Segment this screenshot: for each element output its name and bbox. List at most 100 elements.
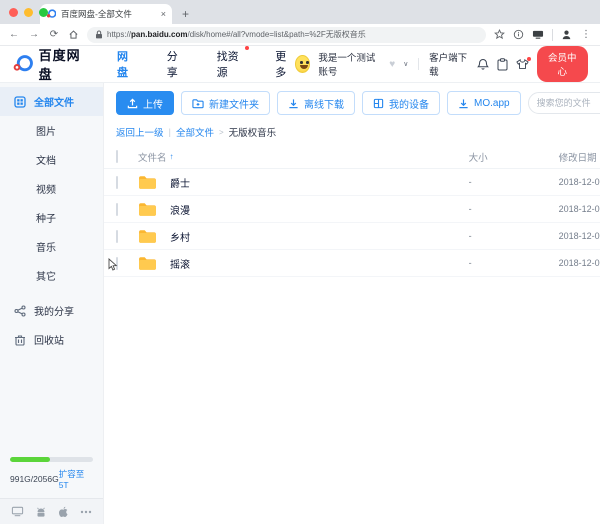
devices-icon [373, 98, 384, 109]
table-row-folder-romance[interactable]: 浪漫 - 2018-12-02 18:01 [104, 196, 600, 223]
row-checkbox[interactable] [116, 203, 118, 216]
sidebar-item-documents[interactable]: 文档 [0, 145, 103, 174]
divider: | [169, 127, 171, 138]
tab-title: 百度网盘-全部文件 [61, 8, 156, 20]
screen-extension-icon[interactable] [532, 29, 544, 40]
sidebar-item-my-shares[interactable]: 我的分享 [0, 296, 103, 325]
offline-download-label: 离线下载 [304, 96, 344, 111]
lock-icon [95, 30, 103, 39]
new-tab-button[interactable]: + [182, 7, 189, 21]
sort-ascending-icon[interactable]: ↑ [170, 152, 174, 161]
breadcrumb-separator: > [219, 128, 224, 137]
upload-button-label: 上传 [143, 96, 163, 111]
offline-download-icon [288, 98, 299, 109]
row-checkbox[interactable] [116, 230, 118, 243]
platform-dock [0, 498, 103, 524]
sidebar-item-music[interactable]: 音乐 [0, 232, 103, 261]
folder-name[interactable]: 乡村 [170, 229, 190, 244]
close-tab-icon[interactable]: × [161, 9, 166, 19]
folder-icon [138, 202, 157, 217]
file-date: 2018-12-02 18:01 [559, 204, 600, 214]
breadcrumb-current: 无版权音乐 [229, 125, 277, 139]
column-header-size[interactable]: 大小 [469, 150, 559, 164]
sidebar-item-others[interactable]: 其它 [0, 261, 103, 290]
reload-icon[interactable]: ⟳ [48, 29, 60, 40]
ios-client-icon[interactable] [58, 506, 69, 518]
offline-download-button[interactable]: 离线下载 [277, 91, 355, 115]
app-header: 百度网盘 网盘 分享 找资源 更多 我是一个测试账号 ♥ ∨ 客户端下载 会员中… [0, 46, 600, 83]
table-row-folder-country[interactable]: 乡村 - 2018-12-02 18:02 [104, 223, 600, 250]
sidebar-item-videos[interactable]: 视频 [0, 174, 103, 203]
breadcrumb-back-link[interactable]: 返回上一级 [116, 125, 164, 139]
vip-center-button[interactable]: 会员中心 [537, 46, 588, 82]
search-input[interactable] [537, 98, 600, 108]
select-all-checkbox[interactable] [116, 150, 118, 163]
share-icon [14, 305, 26, 317]
browser-tab[interactable]: 百度网盘-全部文件 × [40, 4, 172, 24]
desktop-client-icon[interactable] [11, 506, 24, 517]
zoom-window-button[interactable] [39, 8, 48, 17]
back-icon[interactable]: ← [8, 29, 20, 40]
my-devices-label: 我的设备 [389, 96, 429, 111]
storage-widget: 991G/2056G 扩容至5T [0, 457, 103, 498]
client-download-link[interactable]: 客户端下载 [429, 50, 468, 78]
notification-dot [245, 46, 249, 50]
file-date: 2018-12-02 18:02 [559, 231, 600, 241]
more-platforms-icon[interactable] [80, 510, 92, 514]
main-content: 上传 新建文件夹 离线下载 [104, 83, 600, 524]
divider [552, 29, 553, 41]
folder-name[interactable]: 摇滚 [170, 256, 190, 271]
divider [418, 58, 419, 70]
column-header-date[interactable]: 修改日期 [559, 150, 600, 164]
mo-app-button[interactable]: MO.app [447, 91, 521, 115]
minimize-window-button[interactable] [24, 8, 33, 17]
window-controls[interactable] [9, 8, 48, 17]
folder-icon [138, 256, 157, 271]
baidu-netdisk-logo[interactable]: 百度网盘 [12, 45, 89, 83]
folder-name[interactable]: 爵士 [170, 175, 190, 190]
sidebar-item-torrents[interactable]: 种子 [0, 203, 103, 232]
close-window-button[interactable] [9, 8, 18, 17]
breadcrumb: 返回上一级 | 全部文件 > 无版权音乐 已全部加载，共4个 [104, 121, 600, 145]
column-header-name[interactable]: 文件名 [138, 150, 167, 164]
task-clipboard-icon[interactable] [497, 58, 508, 71]
user-avatar[interactable] [295, 55, 310, 73]
breadcrumb-root-link[interactable]: 全部文件 [176, 125, 214, 139]
folder-icon [138, 229, 157, 244]
sidebar-item-pictures[interactable]: 图片 [0, 116, 103, 145]
notification-bell-icon[interactable] [477, 58, 489, 71]
table-row-folder-rock[interactable]: 摇滚 - 2018-12-02 18:03 [104, 250, 600, 277]
android-client-icon[interactable] [35, 506, 47, 518]
forward-icon[interactable]: → [28, 29, 40, 40]
table-row-folder-jazz[interactable]: 爵士 - 2018-12-02 18:01 [104, 169, 600, 196]
mouse-cursor [108, 258, 118, 271]
file-size: - [469, 204, 559, 214]
chevron-down-icon[interactable]: ∨ [403, 60, 408, 68]
storage-progress-fill [10, 457, 50, 462]
new-folder-button[interactable]: 新建文件夹 [181, 91, 270, 115]
sidebar-item-recycle-bin[interactable]: 回收站 [0, 325, 103, 354]
file-date: 2018-12-02 18:01 [559, 177, 600, 187]
file-size: - [469, 231, 559, 241]
upload-icon [127, 98, 138, 109]
file-size: - [469, 177, 559, 187]
bookmark-star-icon[interactable] [494, 29, 505, 40]
logo-text: 百度网盘 [39, 45, 89, 83]
file-size: - [469, 258, 559, 268]
file-date: 2018-12-02 18:03 [559, 258, 600, 268]
dress-up-shirt-icon[interactable] [516, 58, 529, 70]
row-checkbox[interactable] [116, 176, 118, 189]
my-devices-button[interactable]: 我的设备 [362, 91, 440, 115]
upload-button[interactable]: 上传 [116, 91, 174, 115]
profile-icon[interactable] [561, 29, 572, 40]
chrome-menu-icon[interactable]: ⋮ [580, 29, 592, 40]
sidebar-item-all-files[interactable]: 全部文件 [0, 87, 103, 116]
home-icon[interactable] [68, 29, 79, 40]
storage-progress-track [10, 457, 93, 462]
storage-expand-link[interactable]: 扩容至5T [59, 468, 93, 490]
baidu-netdisk-logo-icon [12, 54, 34, 74]
sidebar-item-label: 回收站 [34, 332, 64, 347]
search-box[interactable] [528, 92, 600, 114]
info-extension-icon[interactable] [513, 29, 524, 40]
folder-name[interactable]: 浪漫 [170, 202, 190, 217]
